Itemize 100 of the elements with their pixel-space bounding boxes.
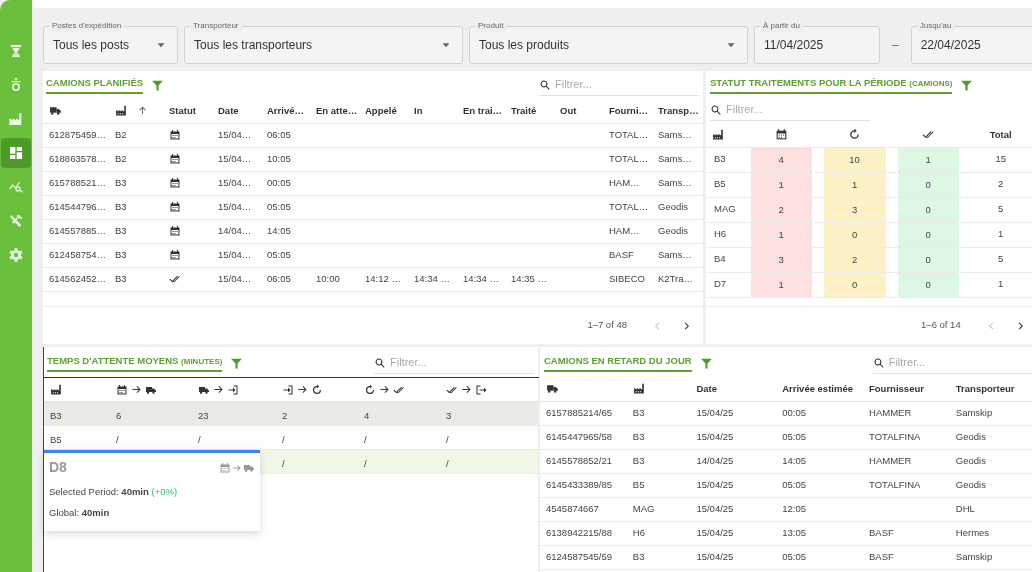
dashboard-icon xyxy=(8,145,24,161)
weight-icon xyxy=(8,77,24,93)
calendar-icon xyxy=(219,461,231,474)
column-header[interactable]: Out xyxy=(554,99,603,123)
column-header[interactable]: Appelé xyxy=(359,99,408,123)
table-cell: 6157885214/65 xyxy=(540,401,627,425)
factory-icon xyxy=(632,382,646,396)
table-cell: H6 xyxy=(706,222,745,247)
table-cell: 6145433389/85 xyxy=(540,473,627,497)
section-title: CAMIONS PLANIFIÉS xyxy=(46,76,144,94)
table-cell: 15/04… xyxy=(212,195,261,219)
table-cell: HAMMER xyxy=(863,449,950,473)
table-cell: Sams… xyxy=(652,123,703,147)
column-header[interactable]: In xyxy=(408,99,457,123)
search-field[interactable]: Filtrer... xyxy=(726,101,870,118)
table-cell: 0 xyxy=(897,197,959,222)
table-cell: Sams… xyxy=(652,243,703,267)
table-cell: B3 xyxy=(109,243,163,267)
hopper-icon xyxy=(8,43,24,59)
table-cell: Samskip xyxy=(949,401,1032,425)
column-header[interactable]: Date xyxy=(690,377,777,401)
column-header[interactable]: Traité xyxy=(505,99,554,123)
column-header[interactable]: Transp… xyxy=(652,99,703,123)
sort-arrow-icon[interactable] xyxy=(137,105,148,117)
factory-icon xyxy=(8,111,24,127)
filter-icon[interactable] xyxy=(151,78,165,92)
table-cell: / xyxy=(198,433,201,445)
table-cell: 15/04/25 xyxy=(690,473,777,497)
table-cell: K2Tra… xyxy=(652,267,703,291)
table-cell: 612875459… xyxy=(43,123,109,147)
refresh-icon xyxy=(848,128,862,142)
refresh-icon xyxy=(364,383,376,396)
table-cell: B2 xyxy=(109,123,163,147)
table-cell: BASF xyxy=(863,521,950,545)
tooltip-text: Global: 40min xyxy=(49,506,111,521)
column-header[interactable]: Fournisseur xyxy=(863,377,950,401)
table-cell: / xyxy=(446,457,449,469)
column-header[interactable]: Arrivée estimée xyxy=(776,377,863,401)
search-field[interactable]: Filtrer... xyxy=(888,354,1032,371)
table-cell: B3 xyxy=(626,545,691,569)
table-cell: Geodis xyxy=(652,195,703,219)
table-cell: Geodis xyxy=(949,449,1032,473)
table-cell: 4 xyxy=(364,409,370,421)
login-icon xyxy=(227,383,239,396)
table-cell: 3 xyxy=(446,409,452,421)
table-cell: 15/04/25 xyxy=(690,425,777,449)
table-cell: 0 xyxy=(823,222,886,247)
table-cell: 13:05 xyxy=(776,521,863,545)
table-cell: 14:34 … xyxy=(408,267,457,291)
table-cell: HAM… xyxy=(603,171,652,195)
column-header[interactable]: En atte… xyxy=(310,99,359,123)
table-cell: 14:35 … xyxy=(505,267,554,291)
truck-icon xyxy=(49,104,62,118)
table-cell: 14:05 xyxy=(776,449,863,473)
table-cell: TOTAL… xyxy=(603,123,652,147)
table-cell: 2 xyxy=(823,247,886,272)
column-header[interactable]: Transporteur xyxy=(949,377,1032,401)
search-icon xyxy=(374,356,386,369)
table-cell: / xyxy=(282,433,285,445)
calendar-icon xyxy=(774,128,788,142)
table-cell: 614544796… xyxy=(43,195,109,219)
filter-icon[interactable] xyxy=(699,356,713,370)
search-field[interactable]: Filtrer... xyxy=(555,76,699,93)
table-cell: 1 xyxy=(964,272,1032,297)
column-header[interactable]: Arrivé… xyxy=(261,99,310,123)
search-field[interactable]: Filtrer... xyxy=(390,354,534,371)
table-cell: B3 xyxy=(109,219,163,243)
table-cell: Geodis xyxy=(949,473,1032,497)
table-cell: B4 xyxy=(706,247,745,272)
table-cell: B3 xyxy=(706,147,745,172)
table-cell: 14:05 xyxy=(261,219,310,243)
column-header[interactable]: Fourni… xyxy=(603,99,652,123)
table-cell: 2 xyxy=(282,409,288,421)
table-cell: 23 xyxy=(198,409,209,421)
column-header[interactable]: Total xyxy=(964,123,1032,147)
table-cell: 05:05 xyxy=(261,243,310,267)
arrow-icon xyxy=(131,384,142,395)
sidebar-item[interactable] xyxy=(1,138,31,168)
table-cell: 2 xyxy=(964,172,1032,197)
search-icon xyxy=(539,78,551,91)
table-cell: 0 xyxy=(897,172,959,197)
table-cell: 0 xyxy=(897,222,959,247)
column-header[interactable]: Statut xyxy=(163,99,212,123)
table-cell: MAG xyxy=(706,197,745,222)
filter-icon[interactable] xyxy=(960,78,974,92)
table-cell: TOTALFINA xyxy=(863,473,950,497)
filter-icon[interactable] xyxy=(230,356,244,370)
table-cell: 00:05 xyxy=(261,171,310,195)
table-cell: 6145578852/21 xyxy=(540,449,627,473)
logout-icon xyxy=(475,383,487,396)
table-row[interactable]: B3 6 23 2 4 3 xyxy=(44,402,538,426)
column-header[interactable]: Date xyxy=(212,99,261,123)
table-cell: HAM… xyxy=(603,219,652,243)
table-cell: 14/04/25 xyxy=(690,449,777,473)
column-header[interactable]: En trai… xyxy=(457,99,505,123)
table-cell: B3 xyxy=(109,195,163,219)
table-cell: 15/04/25 xyxy=(690,401,777,425)
search-icon xyxy=(872,356,885,369)
table-cell: 10:00 xyxy=(310,267,359,291)
table-cell: / xyxy=(364,457,367,469)
